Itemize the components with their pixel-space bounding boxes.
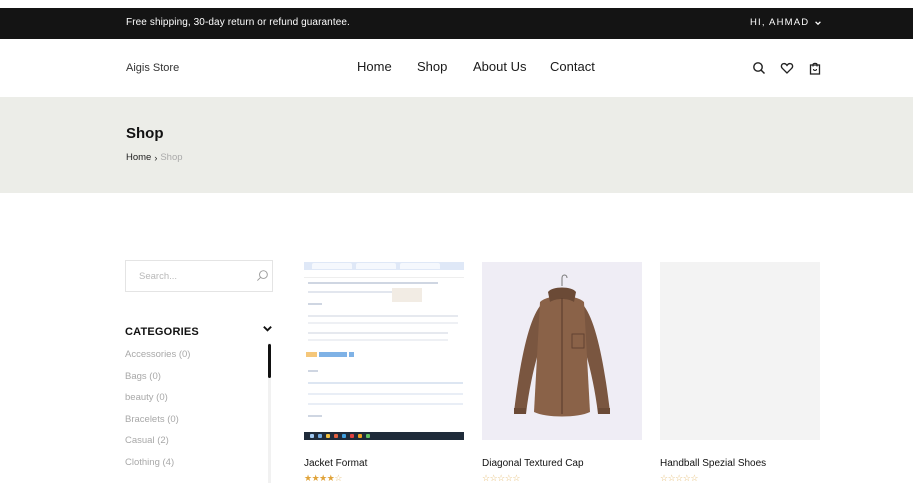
star-outline-icon: ☆ [660,473,668,483]
page-title: Shop [126,125,164,142]
promo-text: Free shipping, 30-day return or refund g… [126,17,350,28]
product-card[interactable]: Diagonal Textured Cap ☆☆☆☆☆ [482,262,642,483]
product-card[interactable]: Handball Spezial Shoes ☆☆☆☆☆ [660,262,820,483]
star-outline-icon: ☆ [497,473,505,483]
search-input[interactable] [126,261,246,291]
product-image[interactable] [482,262,642,440]
shopping-bag-icon[interactable] [808,61,822,75]
product-name[interactable]: Handball Spezial Shoes [660,458,766,469]
breadcrumb-current: Shop [160,152,183,163]
store-logo[interactable]: Aigis Store [126,62,179,74]
star-outline-icon: ☆ [512,473,520,483]
category-item-bags[interactable]: Bags (0) [125,371,190,393]
category-item-clothing[interactable]: Clothing (4) [125,457,190,479]
account-menu[interactable]: HI, AHMAD [750,17,822,28]
nav-link-shop[interactable]: Shop [417,59,447,74]
category-item-beauty[interactable]: beauty (0) [125,392,190,414]
header-icons [752,61,822,75]
product-card[interactable]: Jacket Format ★★★★☆ [304,262,464,483]
heart-icon[interactable] [780,61,794,75]
main-header: Aigis Store Home Shop About Us Contact [0,39,913,97]
product-name[interactable]: Jacket Format [304,458,367,469]
product-name[interactable]: Diagonal Textured Cap [482,458,584,469]
brown-shirt-image [514,274,610,417]
product-rating: ★★★★☆ [304,473,342,483]
nav-link-about-us[interactable]: About Us [473,59,526,74]
promo-bar: Free shipping, 30-day return or refund g… [0,8,913,39]
account-greeting: HI, AHMAD [750,17,810,28]
breadcrumb: Home › Shop [126,152,183,163]
chevron-down-icon [815,20,822,25]
chevron-down-icon[interactable] [262,323,273,334]
product-rating: ☆☆☆☆☆ [660,473,698,483]
category-list: Accessories (0) Bags (0) beauty (0) Brac… [125,349,190,478]
category-scrollbar-thumb[interactable] [268,344,271,378]
search-icon[interactable] [256,269,269,282]
breadcrumb-separator: › [154,152,158,163]
page-hero: Shop Home › Shop [0,97,913,193]
star-outline-icon: ☆ [334,473,342,483]
product-image[interactable] [304,262,464,440]
product-rating: ☆☆☆☆☆ [482,473,520,483]
nav-link-contact[interactable]: Contact [550,59,595,74]
breadcrumb-home[interactable]: Home [126,152,151,163]
category-item-accessories[interactable]: Accessories (0) [125,349,190,371]
nav-link-home[interactable]: Home [357,59,392,74]
product-image[interactable] [660,262,820,440]
category-item-casual[interactable]: Casual (2) [125,435,190,457]
sidebar-search [125,260,273,292]
categories-title: CATEGORIES [125,326,199,338]
star-icon: ★ [319,473,327,483]
star-outline-icon: ☆ [482,473,490,483]
star-icon: ★ [304,473,312,483]
categories-header[interactable]: CATEGORIES [125,322,273,338]
star-outline-icon: ☆ [675,473,683,483]
search-icon[interactable] [752,61,766,75]
star-outline-icon: ☆ [690,473,698,483]
category-item-bracelets[interactable]: Bracelets (0) [125,414,190,436]
